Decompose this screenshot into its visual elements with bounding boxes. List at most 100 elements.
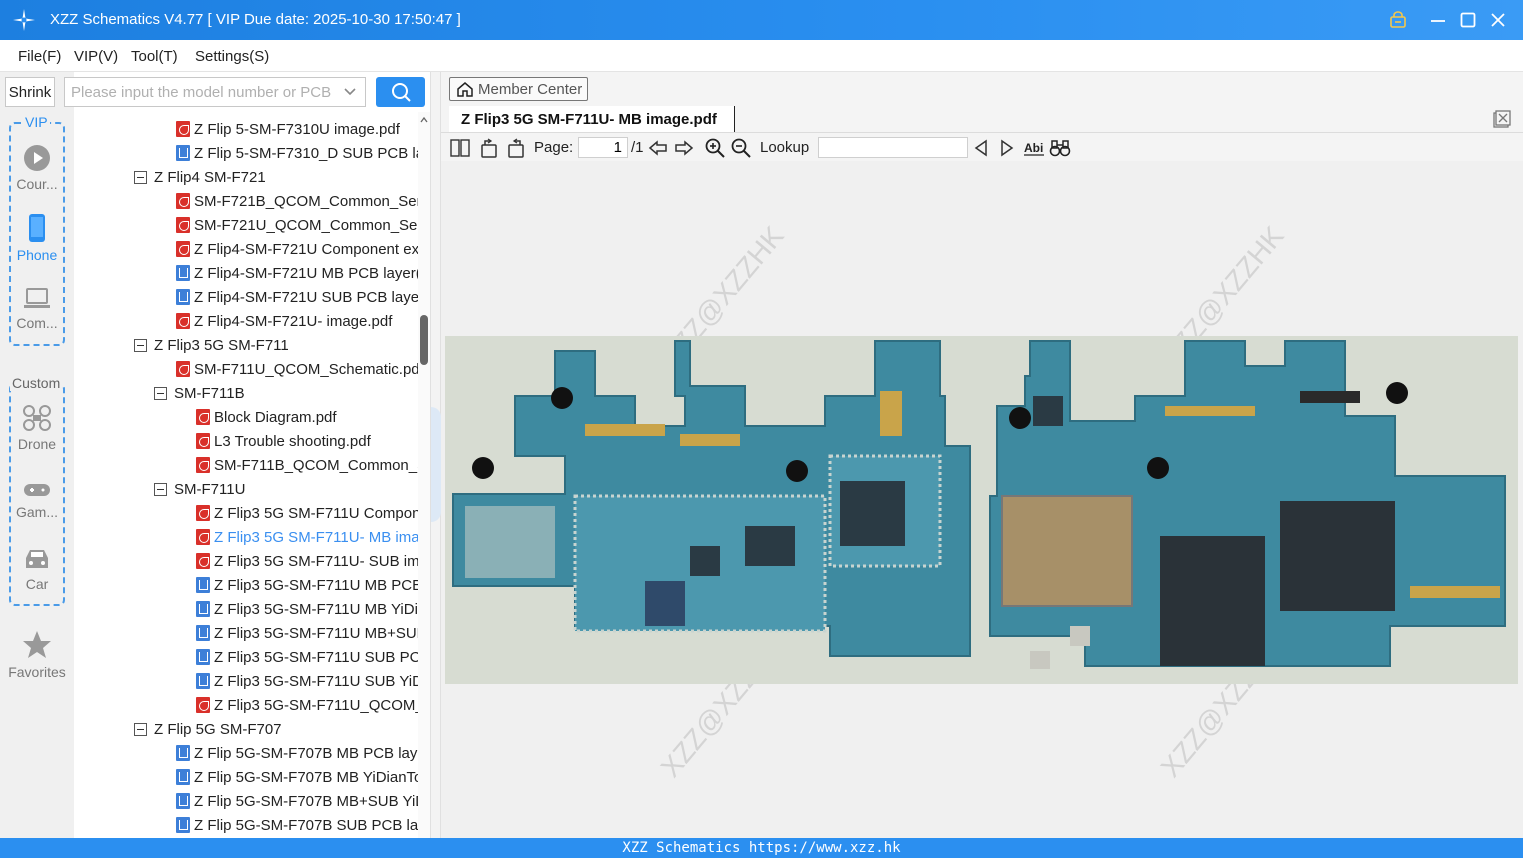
document-tab[interactable]: Z Flip3 5G SM-F711U- MB image.pdf xyxy=(449,106,735,132)
category-courses[interactable]: Cour... xyxy=(4,144,70,192)
tree-folder[interactable]: SM-F711B xyxy=(154,381,245,405)
minimize-icon[interactable] xyxy=(1426,8,1450,32)
page-label: Page: xyxy=(534,139,574,156)
category-phone[interactable]: Phone xyxy=(4,213,70,263)
tree-item-label: Z Flip3 5G-SM-F711U SUB YiDia xyxy=(214,672,430,690)
laptop-icon xyxy=(24,288,50,308)
tree-file[interactable]: Z Flip3 5G-SM-F711U SUB YiDia xyxy=(196,669,430,693)
pdf-file-icon xyxy=(196,553,210,569)
model-search-box[interactable] xyxy=(64,77,366,107)
tree-file[interactable]: Z Flip3 5G SM-F711U- SUB imag xyxy=(196,549,430,573)
tree-file[interactable]: Z Flip3 5G SM-F711U- MB imag xyxy=(196,525,428,549)
match-case-icon[interactable]: Abi xyxy=(1023,137,1045,159)
panel-splitter[interactable] xyxy=(430,72,441,838)
tree-file[interactable]: SM-F711U_QCOM_Schematic.pdf xyxy=(176,357,424,381)
two-page-icon[interactable] xyxy=(449,137,471,159)
tree-item-label: Z Flip3 5G-SM-F711U MB PCB la xyxy=(214,576,430,594)
category-games[interactable]: Gam... xyxy=(4,480,70,520)
tree-file[interactable]: Z Flip 5G-SM-F707B SUB PCB layer xyxy=(176,813,430,837)
tree-file[interactable]: Z Flip3 5G-SM-F711U SUB PCB l xyxy=(196,645,430,669)
tree-file[interactable]: Z Flip4-SM-F721U- image.pdf xyxy=(176,309,392,333)
tree-folder[interactable]: Z Flip 5G SM-F707 xyxy=(134,717,282,741)
find-previous-icon[interactable] xyxy=(970,137,992,159)
zoom-out-icon[interactable] xyxy=(730,137,752,159)
tree-file[interactable]: Z Flip4-SM-F721U SUB PCB layer.p xyxy=(176,285,430,309)
tree-file[interactable]: SM-F721B_QCOM_Common_Servic xyxy=(176,189,430,213)
page-number-input[interactable] xyxy=(578,137,628,158)
collapse-toggle-icon[interactable] xyxy=(134,338,147,352)
pcb-file-icon xyxy=(196,601,210,617)
collapse-toggle-icon[interactable] xyxy=(154,386,167,400)
category-computer[interactable]: Com... xyxy=(4,287,70,331)
tree-item-label: Z Flip 5-SM-F7310_D SUB PCB laye xyxy=(194,144,430,162)
rotate-left-icon[interactable] xyxy=(478,137,500,159)
zoom-in-icon[interactable] xyxy=(704,137,726,159)
window-title: XZZ Schematics V4.77 [ VIP Due date: 202… xyxy=(50,11,461,28)
tree-scrollbar[interactable] xyxy=(418,112,430,838)
menu-vip[interactable]: VIP(V) xyxy=(74,48,118,65)
next-page-icon[interactable] xyxy=(673,137,695,159)
lookup-input[interactable] xyxy=(818,137,968,158)
close-tab-icon[interactable] xyxy=(1493,110,1511,128)
tree-file[interactable]: Z Flip3 5G-SM-F711U MB PCB la xyxy=(196,573,430,597)
tree-folder[interactable]: Z Flip3 5G SM-F711 xyxy=(134,333,289,357)
tree-item-label: Z Flip4-SM-F721U Component exp xyxy=(194,240,428,258)
find-next-icon[interactable] xyxy=(996,137,1018,159)
collapse-toggle-icon[interactable] xyxy=(154,482,167,496)
tree-item-label: Z Flip3 5G SM-F711U Compone xyxy=(214,504,429,522)
scroll-up-icon[interactable] xyxy=(420,116,428,124)
member-center-button[interactable]: Member Center xyxy=(449,77,588,101)
tree-file[interactable]: Z Flip4-SM-F721U MB PCB layer(te xyxy=(176,261,430,285)
close-icon[interactable] xyxy=(1486,8,1510,32)
pdf-file-icon xyxy=(196,529,210,545)
search-button[interactable] xyxy=(376,77,425,107)
tree-file[interactable]: Z Flip 5-SM-F7310U image.pdf xyxy=(176,117,400,141)
category-drone[interactable]: Drone xyxy=(4,404,70,452)
tree-file[interactable]: Z Flip 5G-SM-F707B MB PCB layer. xyxy=(176,741,430,765)
menu-settings[interactable]: Settings(S) xyxy=(195,48,269,65)
svg-text:Abi: Abi xyxy=(1024,141,1043,155)
collapse-toggle-icon[interactable] xyxy=(134,722,147,736)
tree-file[interactable]: Z Flip 5G-SM-F707B MB+SUB YiDi xyxy=(176,789,429,813)
collapse-toggle-icon[interactable] xyxy=(134,170,147,184)
tree-item-label: Z Flip 5G-SM-F707B MB PCB layer. xyxy=(194,744,430,762)
category-label: Phone xyxy=(16,247,58,263)
menu-file[interactable]: File(F) xyxy=(18,48,61,65)
lock-icon[interactable] xyxy=(1386,8,1410,32)
pcb-board-drawing xyxy=(452,340,1506,669)
pcb-file-icon xyxy=(176,265,190,281)
tree-file[interactable]: Z Flip3 5G-SM-F711U MB YiDiar xyxy=(196,597,430,621)
tree-item-label: Z Flip 5G SM-F707 xyxy=(154,720,282,738)
custom-group-title: Custom xyxy=(10,375,63,391)
maximize-icon[interactable] xyxy=(1456,8,1480,32)
pcb-file-icon xyxy=(176,793,190,809)
star-icon xyxy=(23,631,51,658)
gamepad-icon xyxy=(24,484,50,496)
tree-folder[interactable]: Z Flip4 SM-F721 xyxy=(134,165,266,189)
scrollbar-thumb[interactable] xyxy=(420,315,428,365)
collapse-handle[interactable] xyxy=(431,407,441,522)
previous-page-icon[interactable] xyxy=(647,137,669,159)
category-favorites[interactable]: Favorites xyxy=(4,630,70,680)
binoculars-icon[interactable] xyxy=(1049,137,1071,159)
chevron-down-icon[interactable] xyxy=(343,84,357,98)
tree-file[interactable]: Z Flip4-SM-F721U Component exp xyxy=(176,237,427,261)
tree-file[interactable]: L3 Trouble shooting.pdf xyxy=(196,429,371,453)
tree-file[interactable]: SM-F711B_QCOM_Common_Ser xyxy=(196,453,430,477)
tree-file[interactable]: Block Diagram.pdf xyxy=(196,405,337,429)
category-label: Cour... xyxy=(16,176,58,192)
tree-file[interactable]: Z Flip3 5G-SM-F711U_QCOM_Co xyxy=(196,693,430,717)
tree-file[interactable]: Z Flip3 5G SM-F711U Compone xyxy=(196,501,429,525)
search-input[interactable] xyxy=(71,81,331,103)
pdf-viewer[interactable]: XZZ@XZZHK XZZ@XZZHK XZZ@XZZHK XZZ@XZZHK xyxy=(441,161,1523,838)
tree-file[interactable]: Z Flip3 5G-SM-F711U MB+SUB xyxy=(196,621,427,645)
tree-file[interactable]: Z Flip 5G-SM-F707B MB YiDianTor xyxy=(176,765,427,789)
tree-file[interactable]: Z Flip 5-SM-F7310_D SUB PCB laye xyxy=(176,141,430,165)
tree-folder[interactable]: SM-F711U xyxy=(154,477,245,501)
tree-file[interactable]: SM-F721U_QCOM_Common_Servic xyxy=(176,213,430,237)
category-car[interactable]: Car xyxy=(4,546,70,592)
menu-tool[interactable]: Tool(T) xyxy=(131,48,178,65)
rotate-right-icon[interactable] xyxy=(505,137,527,159)
tree-item-label: Z Flip3 5G SM-F711 xyxy=(154,336,289,354)
shrink-button[interactable]: Shrink xyxy=(5,77,55,107)
